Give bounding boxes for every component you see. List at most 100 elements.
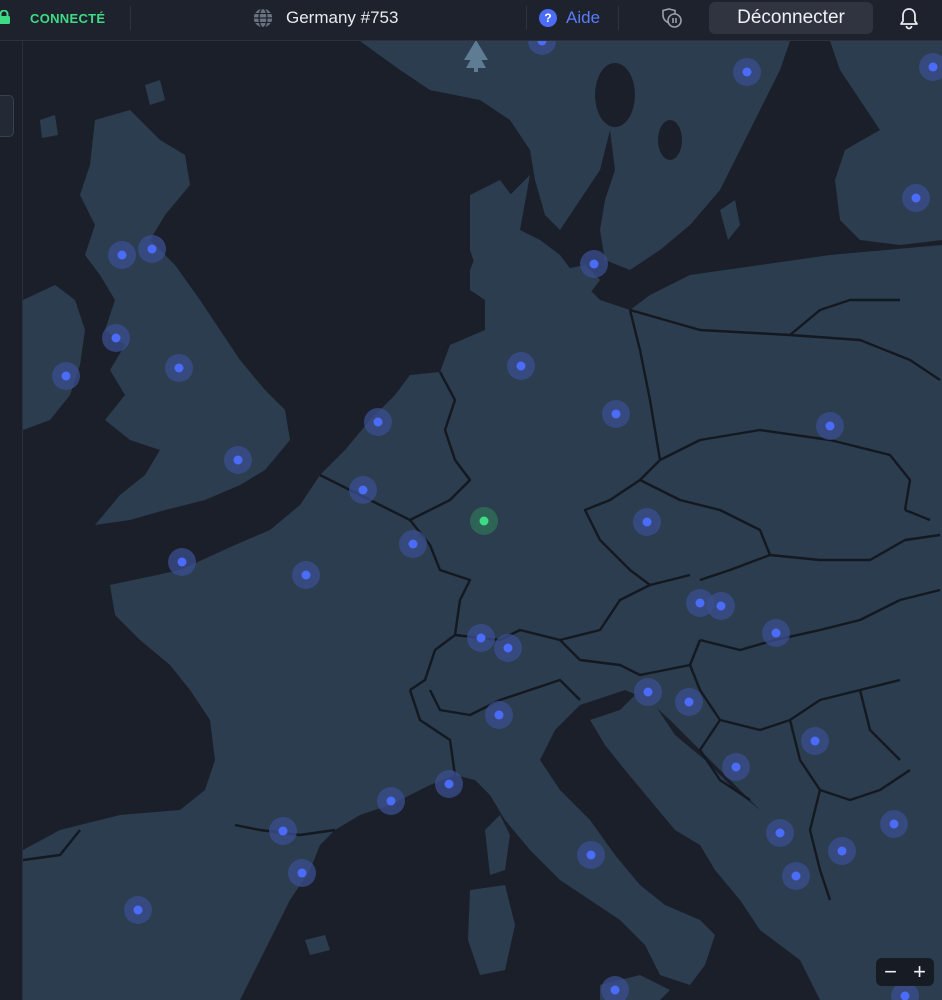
shield-pause-icon[interactable] — [660, 6, 684, 30]
server-pin[interactable] — [507, 352, 535, 380]
server-pin-dot — [386, 796, 396, 806]
server-pin-dot — [716, 601, 726, 611]
server-pin[interactable] — [224, 446, 252, 474]
server-pin[interactable] — [168, 548, 196, 576]
top-bar: CONNECTÉ Germany #753 ? Aide Déconnecter — [0, 0, 942, 41]
server-pin-dot — [911, 193, 921, 203]
sidebar-edge — [0, 41, 23, 1000]
server-pin-dot — [731, 762, 741, 772]
map-canvas[interactable] — [23, 41, 942, 1000]
sidebar-toggle[interactable] — [0, 95, 14, 137]
server-pin-dot — [117, 250, 127, 260]
server-pin[interactable] — [485, 701, 513, 729]
server-pin-dot — [177, 557, 187, 567]
server-pin[interactable] — [364, 408, 392, 436]
server-pin[interactable] — [102, 324, 130, 352]
server-pin-dot — [278, 826, 288, 836]
server-pin[interactable] — [634, 678, 662, 706]
disconnect-button[interactable]: Déconnecter — [709, 2, 873, 34]
server-pin[interactable] — [880, 810, 908, 838]
server-pin[interactable] — [288, 859, 316, 887]
server-pin-dot — [928, 62, 938, 72]
server-pin[interactable] — [675, 688, 703, 716]
server-pin[interactable] — [138, 235, 166, 263]
server-pin-dot — [61, 371, 71, 381]
server-pin-dot — [503, 643, 513, 653]
server-pin-dot — [233, 455, 243, 465]
server-pin[interactable] — [292, 561, 320, 589]
server-pin[interactable] — [766, 819, 794, 847]
server-pin[interactable] — [269, 817, 297, 845]
lock-icon — [0, 10, 10, 24]
server-pin[interactable] — [782, 862, 810, 890]
server-pin-dot — [589, 259, 599, 269]
server-pin-dot — [742, 67, 752, 77]
server-pin-dot — [771, 628, 781, 638]
server-pin[interactable] — [494, 634, 522, 662]
server-pin-dot — [174, 363, 184, 373]
server-pin[interactable] — [52, 362, 80, 390]
server-name: Germany #753 — [286, 8, 399, 27]
vpn-app: CONNECTÉ Germany #753 ? Aide Déconnecter… — [0, 0, 942, 1000]
server-pin[interactable] — [733, 58, 761, 86]
server-pin[interactable] — [580, 250, 608, 278]
lake — [595, 63, 635, 127]
server-pin-dot — [643, 687, 653, 697]
server-pin[interactable] — [801, 727, 829, 755]
server-pin[interactable] — [165, 354, 193, 382]
server-pin-dot — [373, 417, 383, 427]
divider — [618, 6, 619, 30]
server-pin[interactable] — [722, 753, 750, 781]
server-pin[interactable] — [399, 530, 427, 558]
bell-icon[interactable] — [898, 6, 920, 30]
server-pin-dot — [408, 539, 418, 549]
server-pin[interactable] — [828, 837, 856, 865]
globe-icon — [253, 7, 273, 29]
server-pin-dot — [297, 868, 307, 878]
server-pin-dot — [837, 846, 847, 856]
server-pin-dot — [301, 570, 311, 580]
server-pin[interactable] — [602, 400, 630, 428]
server-pin-dot — [642, 517, 652, 527]
server-pin-dot — [775, 828, 785, 838]
current-server[interactable]: Germany #753 — [252, 5, 398, 31]
status-label: CONNECTÉ — [30, 11, 106, 26]
active-pin-dot — [479, 516, 489, 526]
map-view[interactable] — [23, 41, 942, 1000]
server-pin[interactable] — [435, 770, 463, 798]
question-circle-icon: ? — [539, 9, 557, 27]
server-pin-dot — [611, 409, 621, 419]
help-button[interactable]: ? Aide — [539, 6, 600, 30]
divider — [526, 6, 527, 30]
zoom-in-button[interactable]: + — [913, 961, 926, 983]
server-pin[interactable] — [577, 841, 605, 869]
server-pin-dot — [684, 697, 694, 707]
help-label: Aide — [566, 8, 601, 27]
server-pin[interactable] — [124, 896, 152, 924]
divider — [130, 6, 131, 30]
server-pin-dot — [147, 244, 157, 254]
server-pin-dot — [825, 421, 835, 431]
server-pin-dot — [133, 905, 143, 915]
server-pin[interactable] — [467, 624, 495, 652]
server-pin-dot — [610, 985, 620, 995]
server-pin[interactable] — [707, 592, 735, 620]
active-server-pin[interactable] — [470, 507, 498, 535]
server-pin-dot — [476, 633, 486, 643]
server-pin[interactable] — [108, 241, 136, 269]
zoom-out-button[interactable]: − — [884, 961, 897, 983]
server-pin-dot — [358, 485, 368, 495]
server-pin[interactable] — [377, 787, 405, 815]
server-pin[interactable] — [633, 508, 661, 536]
server-pin[interactable] — [349, 476, 377, 504]
server-pin-dot — [586, 850, 596, 860]
server-pin-dot — [695, 598, 705, 608]
server-pin[interactable] — [902, 184, 930, 212]
server-pin-dot — [444, 779, 454, 789]
server-pin-dot — [810, 736, 820, 746]
server-pin-dot — [791, 871, 801, 881]
server-pin-dot — [889, 819, 899, 829]
server-pin[interactable] — [816, 412, 844, 440]
lake — [658, 120, 682, 160]
server-pin[interactable] — [762, 619, 790, 647]
